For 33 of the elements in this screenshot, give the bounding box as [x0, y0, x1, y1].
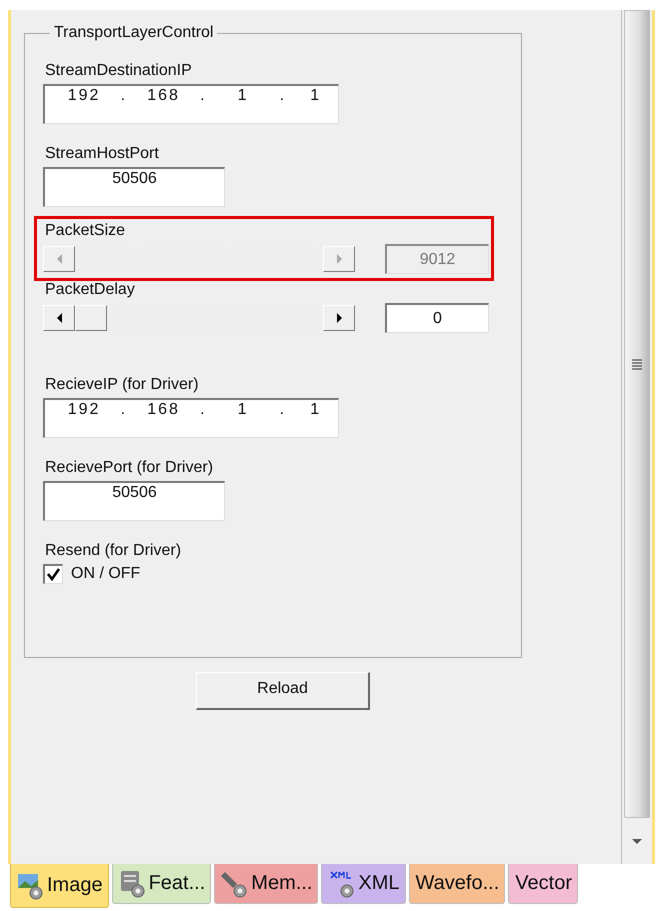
checkbox[interactable]: ON / OFF: [43, 564, 140, 584]
checkmark-icon: [47, 568, 60, 581]
field-label: PacketDelay: [45, 281, 135, 299]
group-title: TransportLayerControl: [53, 24, 214, 42]
scrollbar-track[interactable]: [43, 305, 355, 331]
field-label: Resend (for Driver): [45, 542, 182, 560]
ip-address-field[interactable]: 192 . 168 . 1 . 1: [43, 398, 339, 438]
field-label: RecievePort (for Driver): [45, 459, 214, 477]
left-arrow-icon: [56, 254, 62, 264]
down-arrow-icon: [632, 838, 642, 844]
tab[interactable]: Vector: [508, 864, 578, 904]
tab[interactable]: Wavefo...: [408, 864, 506, 904]
scroll-left-button[interactable]: [43, 305, 75, 331]
scrollbar-thumb[interactable]: [624, 10, 650, 818]
field-label: StreamDestinationIP: [45, 62, 192, 80]
tab[interactable]: Feat...: [112, 864, 212, 904]
port-field[interactable]: 50506: [43, 481, 225, 521]
value-field[interactable]: 0: [385, 303, 489, 333]
right-arrow-icon: [336, 254, 342, 264]
tab[interactable]: Mem...: [214, 864, 318, 904]
port-field[interactable]: 50506: [43, 167, 225, 207]
tab[interactable]: XML: [321, 864, 406, 904]
field-label: PacketSize: [45, 222, 126, 240]
tab[interactable]: Image: [10, 864, 109, 908]
ip-address-field[interactable]: 192 . 168 . 1 . 1: [43, 84, 339, 124]
reload-button[interactable]: Reload: [196, 672, 370, 710]
field-label: StreamHostPort: [45, 145, 159, 163]
field-label: RecieveIP (for Driver): [45, 376, 199, 394]
left-arrow-icon: [56, 313, 62, 323]
scroll-thumb[interactable]: [75, 305, 107, 331]
scroll-right-button[interactable]: [323, 305, 355, 331]
right-arrow-icon: [336, 313, 342, 323]
grip-icon: [632, 358, 642, 370]
